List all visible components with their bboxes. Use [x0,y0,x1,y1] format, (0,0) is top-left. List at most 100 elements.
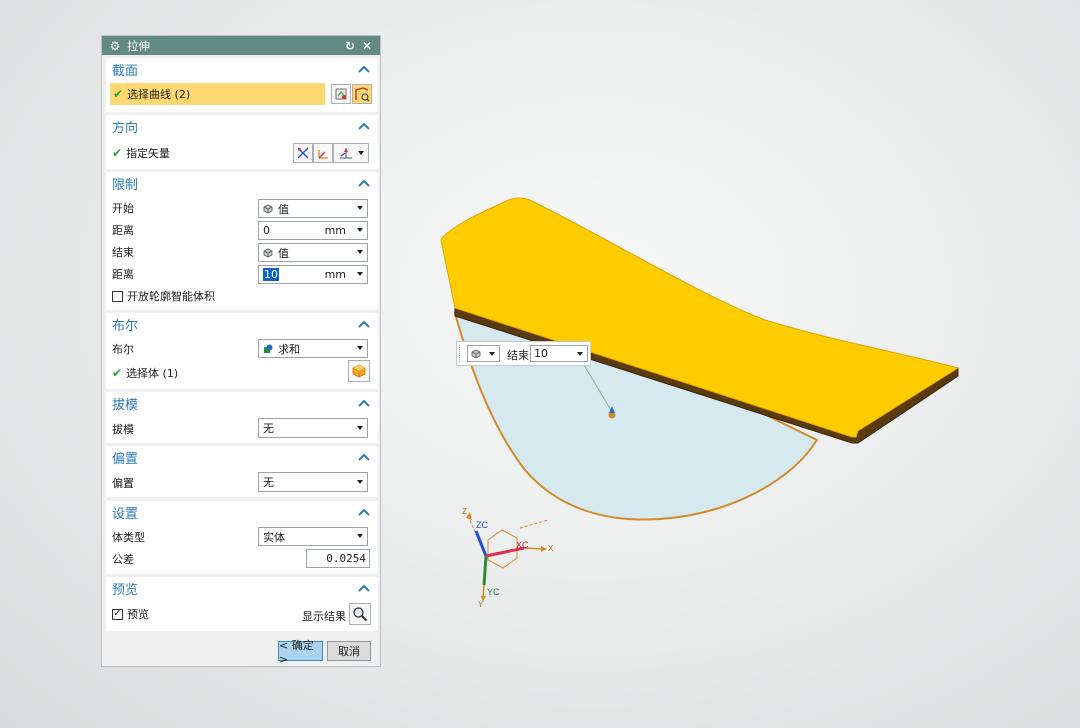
limits-title: 限制 [112,177,139,193]
widget-grip[interactable] [459,345,466,362]
widget-end-value: 10 [534,347,548,360]
chevron-down-icon [357,346,363,350]
chevron-up-icon[interactable] [356,449,372,465]
direction-group: 方向 ✔ 指定矢量 [106,115,378,169]
start-unit: mm [324,224,346,237]
triad-yc-label: YC [487,587,500,597]
start-type-dropdown[interactable]: 值 [258,199,368,218]
chevron-up-icon[interactable] [356,395,372,411]
show-result-label: 显示结果 [302,610,346,623]
widget-type-dropdown[interactable] [467,345,500,362]
body-type-label: 体类型 [112,531,145,544]
chevron-up-icon[interactable] [356,61,372,77]
section-title: 截面 [112,63,139,79]
chevron-down-icon[interactable] [357,272,363,276]
preview-label: 预览 [127,608,149,621]
chevron-down-icon [489,352,495,356]
chevron-down-icon [358,151,364,155]
start-type-value: 值 [278,202,289,216]
end-label: 结束 [112,246,134,259]
cube-icon [263,248,273,258]
gear-icon: ⚙ [109,38,121,53]
direction-title: 方向 [112,120,139,136]
reset-icon[interactable]: ↻ [343,39,357,53]
select-body-button[interactable] [348,360,370,382]
triad-y-label: Y [478,600,484,609]
vector-type-dropdown[interactable] [333,143,369,163]
end-distance-input[interactable]: 10 mm [258,265,368,284]
chevron-up-icon[interactable] [356,504,372,520]
tolerance-input[interactable]: 0.0254 [306,549,370,568]
body-type-dropdown[interactable]: 实体 [258,527,368,546]
check-icon: ✔ [113,87,124,101]
wcs-triad: ZC XC YC Z X Y [462,507,554,609]
cube-icon [263,204,273,214]
end-unit: mm [324,268,346,281]
dialog-title-bar[interactable]: ⚙ 拉伸 ↻ ✕ [102,36,380,55]
offset-value: 无 [263,476,274,489]
chevron-down-icon [357,250,363,254]
chevron-down-icon [357,206,363,210]
preview-checkbox[interactable]: ✓ [112,608,123,620]
boolean-dropdown[interactable]: 求和 [258,339,368,358]
chevron-down-icon[interactable] [577,352,583,356]
sketch-section-button[interactable] [331,84,351,104]
boolean-group: 布尔 布尔 求和 ✔ 选择体 (1) [106,313,378,389]
show-result-button[interactable] [349,603,371,625]
draft-title: 拔模 [112,397,139,413]
draft-label: 拔模 [112,423,134,436]
widget-end-label: 结束 [507,349,529,362]
start-distance-value: 0 [263,224,270,237]
select-curve-row[interactable]: ✔ 选择曲线 (2) [110,83,325,105]
open-profile-row[interactable]: 开放轮廓智能体积 [112,285,372,307]
specify-vector-label: 指定矢量 [126,147,171,160]
offset-dropdown[interactable]: 无 [258,472,368,492]
select-curve-label: 选择曲线 (2) [127,88,191,101]
end-distance-widget: 结束 10 [456,341,591,366]
ok-button[interactable]: < 确定 > [278,639,323,666]
curve-section-button[interactable] [352,84,372,104]
select-body-row[interactable]: ✔ 选择体 (1) [112,362,372,384]
chevron-down-icon [357,534,363,538]
boolean-label: 布尔 [112,343,134,356]
end-type-value: 值 [278,246,289,260]
dialog-title: 拉伸 [127,38,150,53]
chevron-down-icon [357,426,363,430]
chevron-down-icon[interactable] [357,228,363,232]
cancel-button[interactable]: 取消 [327,641,371,661]
settings-group: 设置 体类型 实体 公差 0.0254 [106,501,378,574]
end-distance-label: 距离 [112,268,134,281]
reverse-direction-button[interactable] [293,143,313,163]
unite-icon [263,344,273,354]
tolerance-label: 公差 [112,553,134,566]
open-profile-label: 开放轮廓智能体积 [127,290,215,303]
chevron-up-icon[interactable] [356,316,372,332]
chevron-up-icon[interactable] [356,580,372,596]
end-distance-value: 10 [263,268,279,281]
boolean-value: 求和 [278,342,300,356]
end-type-dropdown[interactable]: 值 [258,243,368,262]
draft-dropdown[interactable]: 无 [258,418,368,438]
start-distance-input[interactable]: 0 mm [258,221,368,240]
triad-xc-label: XC [516,540,529,550]
offset-title: 偏置 [112,451,139,467]
chevron-up-icon[interactable] [356,118,372,134]
check-icon: ✔ [112,366,123,380]
open-profile-checkbox[interactable] [112,290,123,302]
draft-group: 拔模 拔模 无 [106,392,378,443]
cube-icon [471,349,481,359]
preview-group: 预览 ✓ 预览 显示结果 [106,577,378,631]
chevron-up-icon[interactable] [356,175,372,191]
start-label: 开始 [112,202,134,215]
offset-label: 偏置 [112,477,134,490]
widget-end-value-input[interactable]: 10 [530,345,588,362]
draft-value: 无 [263,422,274,435]
start-distance-label: 距离 [112,224,134,237]
vector-dialog-button[interactable] [313,143,333,163]
check-icon: ✔ [112,146,123,160]
triad-zc-label: ZC [476,520,488,530]
triad-x-label: X [548,544,554,553]
preview-title: 预览 [112,582,139,598]
boolean-title: 布尔 [112,318,139,334]
close-icon[interactable]: ✕ [360,39,374,53]
